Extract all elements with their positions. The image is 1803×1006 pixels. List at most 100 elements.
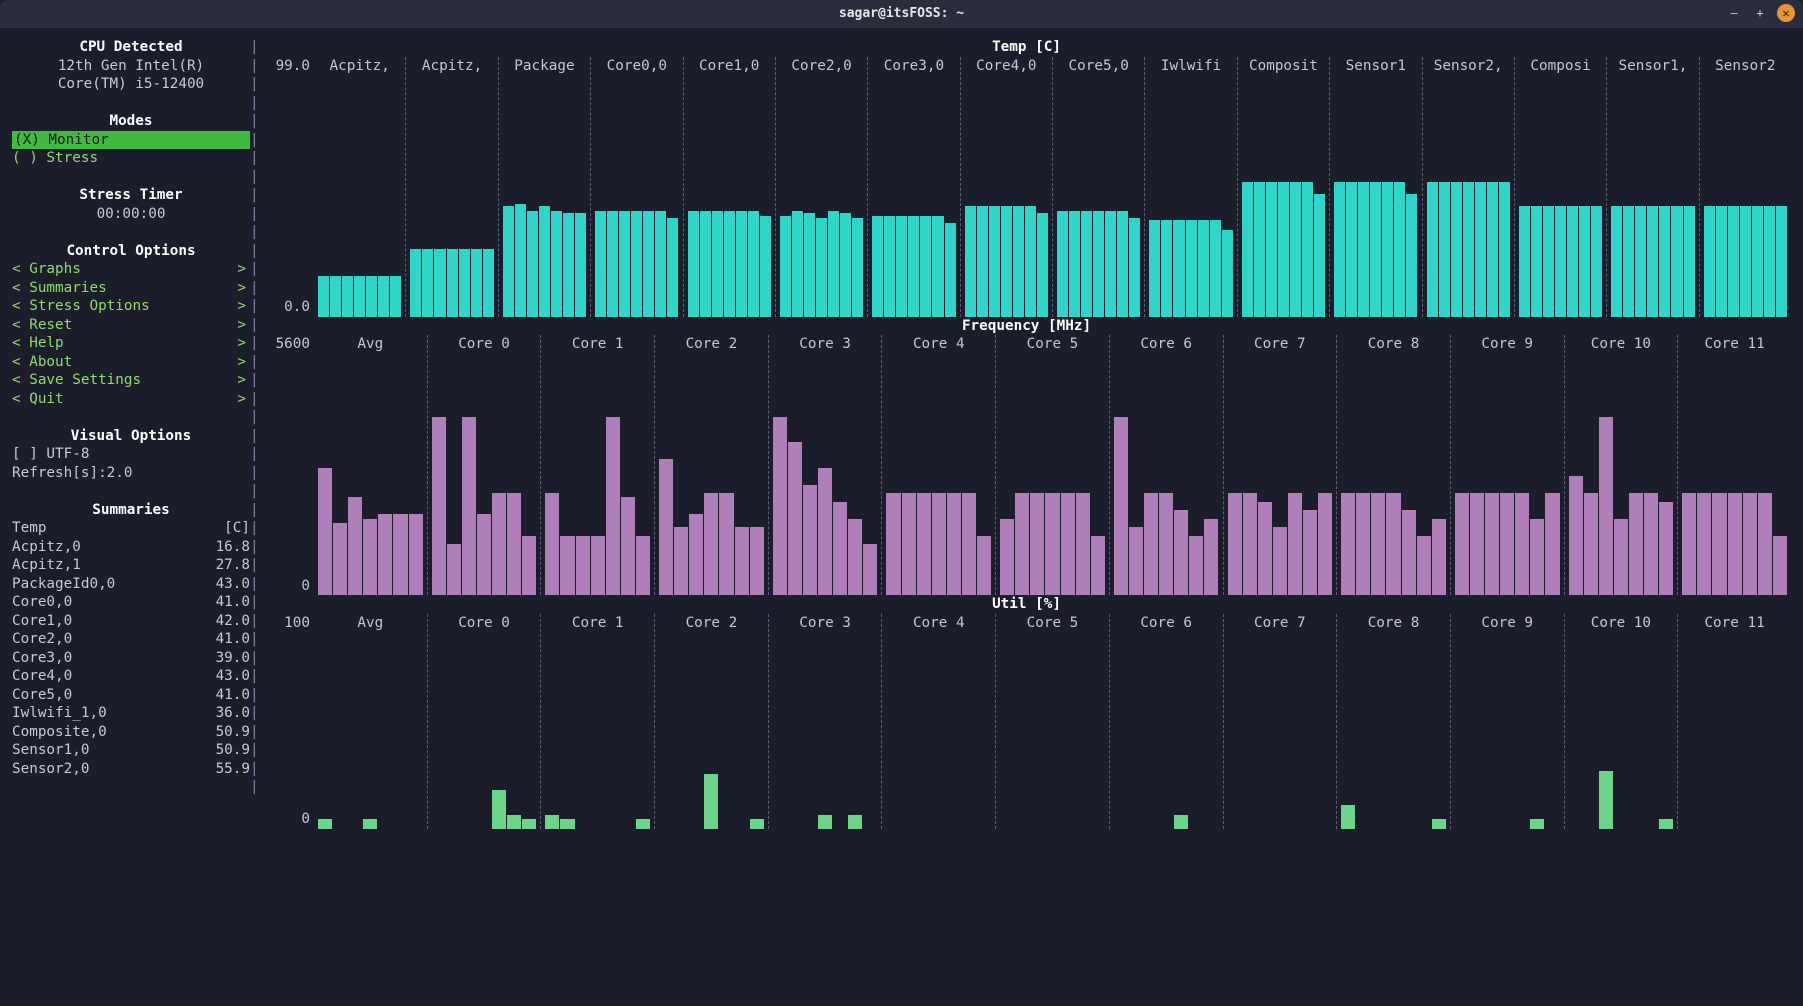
- bar: [477, 514, 491, 595]
- summary-label: Core1,0: [12, 612, 72, 631]
- bar: [1545, 493, 1559, 595]
- chart-column: Sensor1: [1329, 57, 1421, 317]
- modes-heading: Modes: [12, 112, 250, 131]
- column-label: Core 1: [541, 614, 654, 633]
- control-item-stress-options[interactable]: < Stress Options>: [12, 297, 250, 316]
- chart-column: Avg: [314, 335, 427, 595]
- column-label: Core3,0: [868, 57, 959, 76]
- control-item-reset[interactable]: < Reset>: [12, 316, 250, 335]
- control-item-help[interactable]: < Help>: [12, 334, 250, 353]
- control-item-summaries[interactable]: < Summaries>: [12, 279, 250, 298]
- minimize-icon[interactable]: —: [1725, 4, 1743, 22]
- y-axis: 1000: [262, 614, 314, 829]
- freq-chart: Frequency [MHz]56000AvgCore 0Core 1Core …: [262, 317, 1791, 596]
- bar: [828, 211, 839, 317]
- summary-row: Sensor1,050.9: [12, 741, 250, 760]
- refresh-setting[interactable]: Refresh[s]:2.0: [12, 464, 250, 483]
- column-label: Core 5: [996, 614, 1109, 633]
- chart-title: Util [%]: [262, 595, 1791, 614]
- summary-label: Acpitz,1: [12, 556, 81, 575]
- temp-chart: Temp [C]99.00.0Acpitz,Acpitz,PackageCore…: [262, 38, 1791, 317]
- summary-value: 41.0: [216, 686, 250, 705]
- chart-column: Core 6: [1109, 614, 1223, 829]
- summary-value: 39.0: [216, 649, 250, 668]
- bar: [591, 536, 605, 596]
- control-item-graphs[interactable]: < Graphs>: [12, 260, 250, 279]
- bar: [1499, 182, 1510, 317]
- column-label: Composit: [1238, 57, 1329, 76]
- utf8-toggle[interactable]: [ ] UTF-8: [12, 445, 250, 464]
- bars-group: [432, 636, 537, 829]
- chart-column: Core 3: [768, 614, 882, 829]
- mode-stress[interactable]: ( ) Stress: [12, 149, 250, 168]
- bars-group: [872, 79, 955, 317]
- column-label: Acpitz,: [314, 57, 405, 76]
- bar: [1394, 182, 1405, 317]
- chart-column: Core2,0: [775, 57, 867, 317]
- bar: [1129, 527, 1143, 595]
- bar: [896, 216, 907, 317]
- chart-column: Sensor1,: [1606, 57, 1698, 317]
- bar: [977, 206, 988, 317]
- bars-group: [1057, 79, 1140, 317]
- bar: [545, 493, 559, 595]
- bar: [1258, 502, 1272, 596]
- bars-group: [886, 357, 991, 595]
- bar: [1222, 230, 1233, 317]
- chart-column: Composit: [1237, 57, 1329, 317]
- bar: [330, 276, 341, 317]
- chart-column: Acpitz,: [314, 57, 405, 317]
- column-label: Core 8: [1337, 335, 1450, 354]
- column-label: Core 6: [1110, 335, 1223, 354]
- bar: [1159, 493, 1173, 595]
- column-label: Avg: [314, 335, 427, 354]
- bar: [748, 211, 759, 317]
- column-label: Core4,0: [961, 57, 1052, 76]
- chart-column: Core 0: [427, 335, 541, 595]
- bar: [1334, 182, 1345, 317]
- control-item-save-settings[interactable]: < Save Settings>: [12, 371, 250, 390]
- bar: [1579, 206, 1590, 317]
- bar: [1045, 493, 1059, 595]
- bar: [459, 249, 470, 316]
- column-label: Core 9: [1451, 335, 1564, 354]
- bar: [1228, 493, 1242, 595]
- bar: [1776, 206, 1787, 317]
- mode-monitor[interactable]: (X) Monitor: [12, 131, 250, 150]
- summary-value: 42.0: [216, 612, 250, 631]
- bar: [1302, 182, 1313, 317]
- close-icon[interactable]: ✕: [1777, 4, 1795, 22]
- bars-group: [410, 79, 493, 317]
- summary-label: Sensor1,0: [12, 741, 89, 760]
- chart-grid: AvgCore 0Core 1Core 2Core 3Core 4Core 5C…: [314, 335, 1791, 595]
- column-label: Core 1: [541, 335, 654, 354]
- bar: [659, 459, 673, 595]
- bar: [1432, 519, 1446, 596]
- summary-value: 16.8: [216, 538, 250, 557]
- bar: [1371, 493, 1385, 595]
- column-label: Core 9: [1451, 614, 1564, 633]
- bars-group: [595, 79, 678, 317]
- bar: [719, 493, 733, 595]
- bar: [363, 519, 377, 596]
- summary-header: Temp [C]: [12, 519, 250, 538]
- y-axis: 99.00.0: [262, 57, 314, 317]
- bar: [432, 417, 446, 596]
- bar: [816, 218, 827, 317]
- bar: [1697, 493, 1711, 595]
- control-item-about[interactable]: < About>: [12, 353, 250, 372]
- bar: [422, 249, 433, 316]
- bars-group: [1611, 79, 1694, 317]
- bar: [704, 774, 718, 828]
- bar: [932, 493, 946, 595]
- bar: [1543, 206, 1554, 317]
- stress-timer-value: 00:00:00: [12, 205, 250, 224]
- bar: [378, 276, 389, 317]
- bar: [522, 536, 536, 596]
- control-item-quit[interactable]: < Quit>: [12, 390, 250, 409]
- bar: [1647, 206, 1658, 317]
- bar: [1629, 493, 1643, 595]
- bar: [1659, 819, 1673, 829]
- maximize-icon[interactable]: +: [1751, 4, 1769, 22]
- bar: [1346, 182, 1357, 317]
